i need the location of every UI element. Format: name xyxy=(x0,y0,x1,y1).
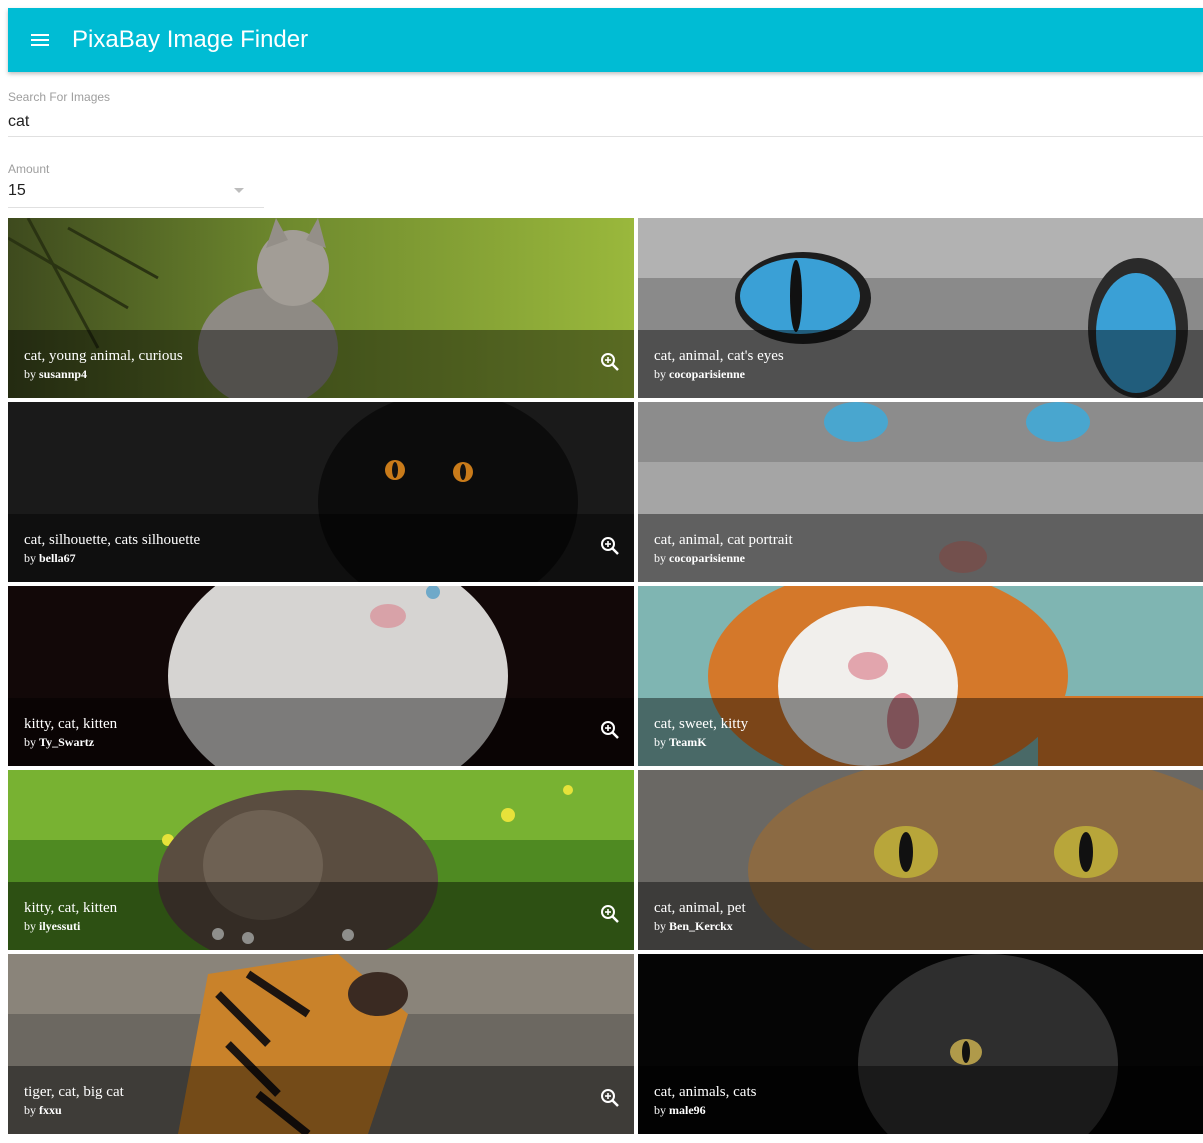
image-tile[interactable]: cat, young animal, curious by susannp4 xyxy=(8,218,634,398)
search-input[interactable] xyxy=(8,108,1203,137)
tile-caption-bar: cat, animal, cat's eyes by cocoparisienn… xyxy=(638,330,1203,398)
image-tile[interactable]: cat, animal, pet by Ben_Kerckx xyxy=(638,770,1203,950)
tile-title: cat, silhouette, cats silhouette xyxy=(24,532,201,548)
tile-title: tiger, cat, big cat xyxy=(24,1084,124,1100)
tile-author: by cocoparisienne xyxy=(654,367,745,381)
amount-value: 15 xyxy=(8,182,26,199)
chevron-down-icon xyxy=(234,188,244,193)
app-bar: PixaBay Image Finder xyxy=(8,8,1203,72)
tile-title: cat, sweet, kitty xyxy=(654,716,749,732)
tile-caption-bar: cat, animal, pet by Ben_Kerckx xyxy=(638,882,1203,950)
tile-author: by cocoparisienne xyxy=(654,551,745,565)
tile-caption-bar: tiger, cat, big cat by fxxu xyxy=(8,1066,634,1134)
tile-author: by TeamK xyxy=(654,735,707,749)
amount-label: Amount xyxy=(8,162,50,176)
zoom-in-icon[interactable] xyxy=(598,1086,622,1110)
image-tile[interactable]: tiger, cat, big cat by fxxu xyxy=(8,954,634,1134)
tile-caption-bar: cat, sweet, kitty by TeamK xyxy=(638,698,1203,766)
image-tile[interactable]: cat, sweet, kitty by TeamK xyxy=(638,586,1203,766)
image-grid: cat, young animal, curious by susannp4 c… xyxy=(8,218,1203,1134)
tile-author: by susannp4 xyxy=(24,367,88,381)
tile-title: cat, animals, cats xyxy=(654,1084,757,1100)
tile-caption-bar: cat, animals, cats by male96 xyxy=(638,1066,1203,1134)
tile-title: cat, young animal, curious xyxy=(24,348,183,364)
image-tile[interactable]: cat, animal, cat's eyes by cocoparisienn… xyxy=(638,218,1203,398)
tile-title: cat, animal, cat portrait xyxy=(654,532,793,548)
tile-caption-bar: kitty, cat, kitten by ilyessuti xyxy=(8,882,634,950)
tile-title: cat, animal, pet xyxy=(654,900,746,916)
zoom-in-icon[interactable] xyxy=(598,350,622,374)
menu-button[interactable] xyxy=(8,8,72,72)
image-tile[interactable]: kitty, cat, kitten by ilyessuti xyxy=(8,770,634,950)
tile-author: by Ben_Kerckx xyxy=(654,919,733,933)
tile-title: kitty, cat, kitten xyxy=(24,716,118,732)
zoom-in-icon[interactable] xyxy=(598,902,622,926)
tile-caption-bar: kitty, cat, kitten by Ty_Swartz xyxy=(8,698,634,766)
tile-author: by fxxu xyxy=(24,1103,62,1117)
tile-caption-bar: cat, animal, cat portrait by cocoparisie… xyxy=(638,514,1203,582)
tile-title: kitty, cat, kitten xyxy=(24,900,118,916)
image-tile[interactable]: cat, silhouette, cats silhouette by bell… xyxy=(8,402,634,582)
search-label: Search For Images xyxy=(8,90,111,104)
tile-author: by bella67 xyxy=(24,551,76,565)
tile-author: by ilyessuti xyxy=(24,919,81,933)
tile-caption-bar: cat, silhouette, cats silhouette by bell… xyxy=(8,514,634,582)
tile-author: by Ty_Swartz xyxy=(24,735,95,749)
app-title: PixaBay Image Finder xyxy=(72,26,309,53)
zoom-in-icon[interactable] xyxy=(598,534,622,558)
image-tile[interactable]: kitty, cat, kitten by Ty_Swartz xyxy=(8,586,634,766)
menu-icon xyxy=(31,34,49,46)
zoom-in-icon[interactable] xyxy=(598,718,622,742)
tile-author: by male96 xyxy=(654,1103,706,1117)
amount-select[interactable]: 15 xyxy=(8,178,264,208)
image-tile[interactable]: cat, animals, cats by male96 xyxy=(638,954,1203,1134)
tile-title: cat, animal, cat's eyes xyxy=(654,348,784,364)
image-tile[interactable]: cat, animal, cat portrait by cocoparisie… xyxy=(638,402,1203,582)
tile-caption-bar: cat, young animal, curious by susannp4 xyxy=(8,330,634,398)
